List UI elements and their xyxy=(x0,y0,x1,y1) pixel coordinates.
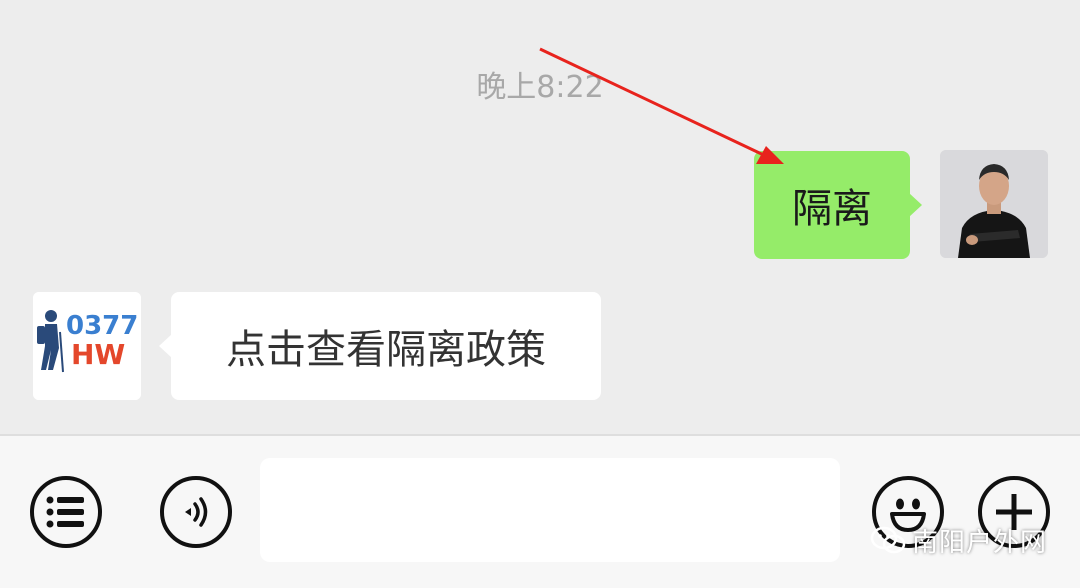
wechat-icon xyxy=(870,526,906,554)
contact-avatar[interactable]: 0377 HW xyxy=(33,292,141,400)
list-icon xyxy=(46,496,84,528)
received-message-text: 点击查看隔离政策 xyxy=(226,327,546,373)
sent-message-text: 隔离 xyxy=(792,186,872,232)
watermark-text: 南阳户外网 xyxy=(912,527,1048,558)
person-avatar-icon xyxy=(940,150,1048,258)
logo-number: 0377 xyxy=(66,311,138,341)
menu-button[interactable] xyxy=(30,476,102,548)
voice-icon xyxy=(185,497,208,527)
logo-letters: HW xyxy=(71,338,125,371)
chat-area: 晚上8:22 隔离 0377 HW 点击查看隔离政策 xyxy=(0,0,1080,434)
hiker-logo-icon: 0377 HW xyxy=(33,292,141,400)
message-input[interactable] xyxy=(260,458,840,562)
received-message-bubble[interactable]: 点击查看隔离政策 xyxy=(159,292,601,400)
voice-button[interactable] xyxy=(160,476,232,548)
watermark: 南阳户外网 xyxy=(868,520,1047,560)
my-avatar[interactable] xyxy=(940,150,1048,258)
message-timestamp: 晚上8:22 xyxy=(476,70,604,105)
sent-message-bubble[interactable]: 隔离 xyxy=(754,151,922,259)
